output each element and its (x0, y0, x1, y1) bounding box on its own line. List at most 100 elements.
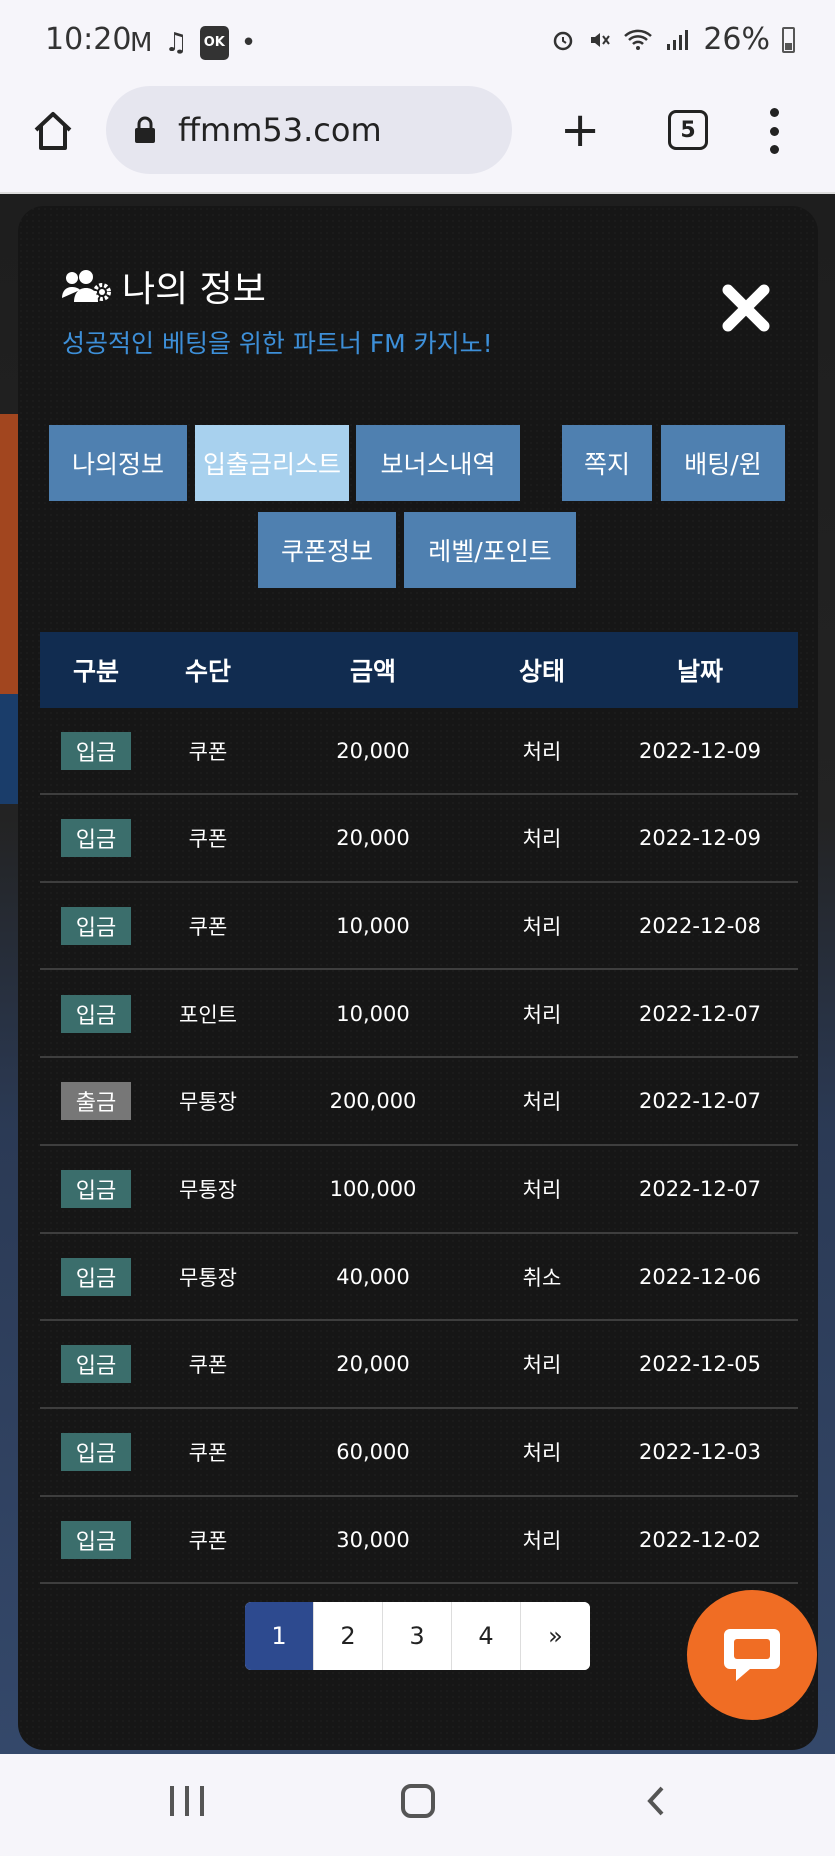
cell-date: 2022-12-09 (638, 826, 762, 851)
address-bar[interactable]: ffmm53.com (106, 86, 512, 174)
page-3-button[interactable]: 3 (383, 1602, 452, 1670)
cell-date: 2022-12-08 (638, 913, 762, 938)
page-2-button[interactable]: 2 (314, 1602, 383, 1670)
cell-amount: 20,000 (336, 738, 410, 763)
modal-subtitle: 성공적인 베팅을 위한 파트너 FM 카지노! (62, 329, 493, 358)
table-row: 입금 무통장 100,000 처리 2022-12-07 (40, 1147, 798, 1234)
transaction-type-badge: 입금 (61, 1345, 131, 1384)
alarm-icon (554, 31, 573, 50)
home-icon (34, 112, 72, 150)
home-button[interactable] (30, 108, 76, 154)
page-1-button[interactable]: 1 (245, 1602, 314, 1670)
cell-amount: 100,000 (329, 1177, 417, 1201)
modal-header: 나의 정보 (60, 260, 266, 312)
cell-method: 쿠폰 (188, 827, 228, 852)
system-navigation-bar (0, 1754, 835, 1856)
cell-type: 입금 (40, 1497, 152, 1582)
tab-bonus-history[interactable]: 보너스내역 (356, 425, 520, 501)
tab-my-info[interactable]: 나의정보 (49, 425, 187, 501)
live-chat-button[interactable] (687, 1590, 817, 1720)
cell-type: 출금 (40, 1059, 152, 1144)
new-tab-button[interactable]: + (560, 104, 600, 156)
transaction-type-badge: 출금 (61, 1082, 131, 1121)
cell-date: 2022-12-07 (638, 1089, 762, 1114)
transaction-type-badge: 입금 (61, 1433, 131, 1472)
status-time: 10:20 (45, 22, 132, 57)
chat-bubble-icon (724, 1629, 780, 1681)
background-panel-edge (0, 694, 20, 804)
modal-title: 나의 정보 (122, 269, 266, 310)
cell-status: 처리 (522, 1441, 562, 1466)
cell-method: 무통장 (179, 1090, 237, 1115)
cell-date: 2022-12-05 (638, 1352, 762, 1377)
cell-type: 입금 (40, 708, 152, 793)
transaction-type-badge: 입금 (61, 819, 131, 858)
cell-status: 처리 (522, 1353, 562, 1378)
back-button[interactable] (640, 1784, 674, 1818)
cell-type: 입금 (40, 883, 152, 968)
cell-amount: 10,000 (336, 1001, 410, 1026)
tab-coupon-info[interactable]: 쿠폰정보 (258, 512, 396, 588)
cell-date: 2022-12-06 (638, 1264, 762, 1289)
transaction-type-badge: 입금 (61, 906, 131, 945)
browser-toolbar: ffmm53.com + 5 (0, 86, 835, 194)
transaction-type-badge: 입금 (61, 994, 131, 1033)
dot-icon: • (240, 28, 257, 58)
cell-amount: 20,000 (336, 1352, 410, 1377)
cell-date: 2022-12-07 (638, 1001, 762, 1026)
battery-percent: 26% (703, 22, 770, 57)
cell-date: 2022-12-02 (638, 1527, 762, 1552)
table-row: 입금 쿠폰 20,000 처리 2022-12-09 (40, 708, 798, 795)
cell-method: 무통장 (179, 1178, 237, 1202)
close-button[interactable] (718, 280, 774, 336)
table-row: 입금 무통장 40,000 취소 2022-12-06 (40, 1234, 798, 1322)
cell-type: 입금 (40, 971, 152, 1056)
tab-level-point[interactable]: 레벨/포인트 (404, 512, 576, 588)
cell-date: 2022-12-07 (638, 1177, 762, 1201)
header-date: 날짜 (676, 657, 723, 686)
cell-date: 2022-12-03 (638, 1440, 762, 1465)
cell-type: 입금 (40, 1322, 152, 1407)
transaction-type-badge: 입금 (61, 1170, 131, 1208)
background-banner-edge (0, 414, 20, 694)
table-row: 입금 쿠폰 10,000 처리 2022-12-08 (40, 883, 798, 971)
table-row: 입금 쿠폰 20,000 처리 2022-12-05 (40, 1322, 798, 1409)
cell-method: 쿠폰 (188, 739, 228, 764)
status-notification-icons: M ♫ OK • (130, 26, 256, 60)
cell-type: 입금 (40, 1410, 152, 1495)
cell-status: 처리 (522, 1002, 562, 1027)
header-method: 수단 (184, 657, 231, 686)
cell-method: 쿠폰 (188, 1441, 228, 1466)
gmail-icon: M (130, 28, 153, 58)
tab-switcher-button[interactable]: 5 (668, 110, 708, 150)
tab-betting-win[interactable]: 배팅/윈 (661, 425, 785, 501)
next-page-button[interactable]: » (521, 1602, 590, 1670)
cell-amount: 10,000 (336, 913, 410, 938)
table-row: 입금 쿠폰 20,000 처리 2022-12-09 (40, 796, 798, 883)
cell-amount: 30,000 (336, 1527, 410, 1552)
transaction-type-badge: 입금 (61, 1257, 131, 1296)
cell-amount: 40,000 (336, 1264, 410, 1289)
cell-type: 입금 (40, 796, 152, 881)
battery-icon (782, 26, 795, 53)
users-cog-icon (62, 270, 111, 302)
mute-icon (591, 32, 611, 47)
header-type: 구분 (72, 657, 119, 686)
tab-deposit-withdraw-list[interactable]: 입출금리스트 (195, 425, 349, 501)
home-nav-button[interactable] (401, 1784, 435, 1818)
tab-messages[interactable]: 쪽지 (562, 425, 652, 501)
page-4-button[interactable]: 4 (452, 1602, 521, 1670)
cell-type: 입금 (40, 1234, 152, 1319)
recent-apps-button[interactable] (170, 1786, 204, 1816)
cell-status: 처리 (522, 1528, 562, 1553)
table-row: 입금 쿠폰 60,000 처리 2022-12-03 (40, 1410, 798, 1497)
transaction-type-badge: 입금 (61, 731, 131, 770)
more-menu-button[interactable] (764, 108, 784, 154)
cell-status: 처리 (522, 739, 562, 764)
cell-status: 처리 (522, 827, 562, 852)
url-text: ffmm53.com (178, 111, 382, 149)
cell-amount: 200,000 (329, 1089, 417, 1114)
cell-status: 처리 (522, 914, 562, 939)
back-icon (647, 1786, 664, 1816)
music-icon: ♫ (164, 28, 188, 58)
